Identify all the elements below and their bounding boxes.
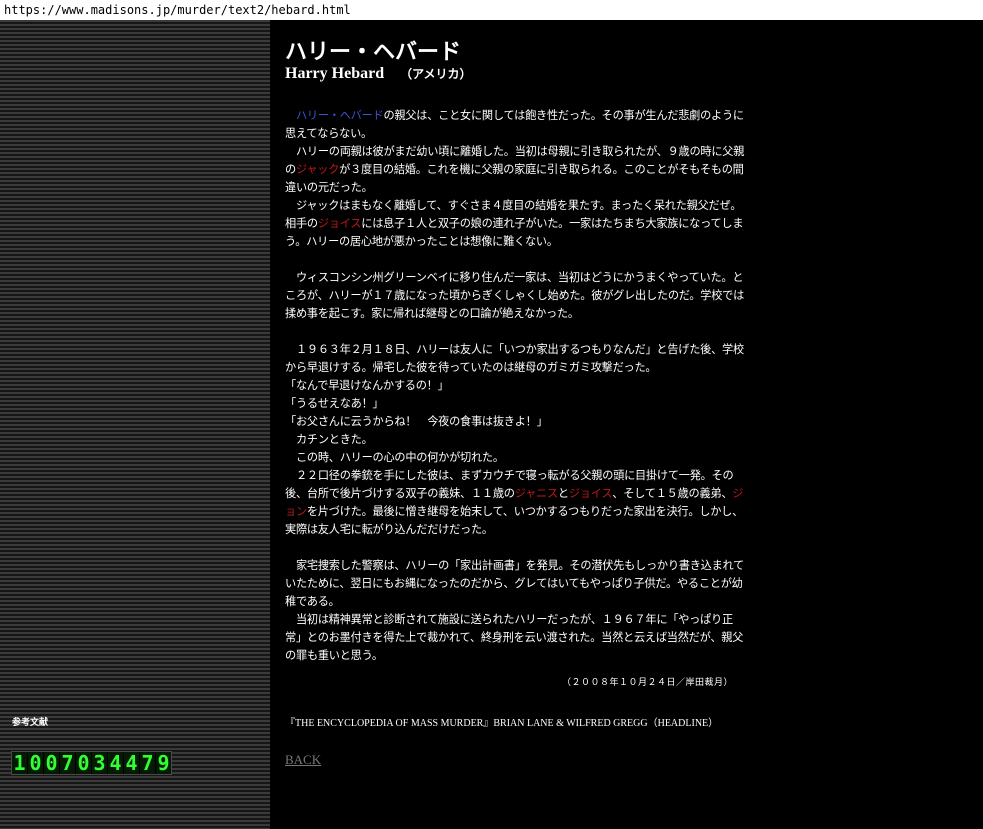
article-body: ハリー・ヘバードの親父は、こと女に関しては飽き性だった。その事が生んだ悲劇のよう…	[285, 107, 745, 665]
paragraph-text: カチンときた。	[285, 433, 373, 446]
article-paragraph: ２２口径の拳銃を手にした彼は、まずカウチで寝っ転がる父親の頭に目掛けて一発。その…	[285, 467, 745, 539]
paragraph-text: 家宅捜索した警察は、ハリーの「家出計画書」を発見。その潜伏先もしっかり書き込まれ…	[285, 559, 745, 608]
paragraph-text: 当初は精神異常と診断されて施設に送られたハリーだったが、１９６７年に「やっぱり正…	[285, 613, 744, 662]
english-name: Harry Hebard	[285, 65, 385, 82]
back-link[interactable]: BACK	[285, 752, 321, 768]
counter-digit: 0	[28, 751, 43, 775]
highlighted-name: ジャニス	[514, 487, 558, 500]
bibliography-entry: 『THE ENCYCLOPEDIA OF MASS MURDER』BRIAN L…	[285, 718, 719, 729]
counter-digit: 0	[76, 751, 91, 775]
paragraph-text: １９６３年２月１８日、ハリーは友人に「いつか家出するつもりなんだ」と告げた後、学…	[285, 343, 744, 374]
paragraph-text: と	[557, 487, 569, 500]
paragraph-text: この時、ハリーの心の中の何かが切れた。	[285, 451, 504, 464]
highlighted-name: ジャック	[295, 163, 340, 176]
highlighted-name: ジョイス	[317, 217, 362, 230]
article-paragraph: カチンときた。	[285, 431, 745, 449]
article-paragraph: 家宅捜索した警察は、ハリーの「家出計画書」を発見。その潜伏先もしっかり書き込まれ…	[285, 557, 745, 611]
visitor-counter: 1007034479	[11, 751, 172, 775]
article-paragraph: 「お父さんに云うからね！ 今夜の食事は抜きよ！」	[285, 413, 745, 431]
highlighted-name: ジョイス	[568, 487, 613, 500]
paragraph-text: 、そして１５歳の義弟、	[612, 487, 733, 500]
page-title: ハリー・ヘバード	[285, 40, 462, 65]
article-paragraph: ウィスコンシン州グリーンベイに移り住んだ一家は、当初はどうにかうまくやっていた。…	[285, 269, 745, 323]
article-paragraph: ハリーの両親は彼がまだ幼い頃に離婚した。当初は母親に引き取られたが、９歳の時に父…	[285, 143, 745, 197]
article-paragraph: 「なんで早退けなんかするの！」	[285, 377, 745, 395]
paragraph-text	[285, 109, 296, 122]
counter-digit: 0	[44, 751, 59, 775]
paragraph-text: 「お父さんに云うからね！ 今夜の食事は抜きよ！」	[285, 415, 548, 428]
sidebar: 参考文献 1007034479	[0, 20, 270, 829]
paragraph-text: 「うるせえなあ！」	[285, 397, 384, 410]
reference-label: 参考文献	[12, 718, 49, 728]
counter-digit: 1	[12, 751, 27, 775]
article-paragraph: １９６３年２月１８日、ハリーは友人に「いつか家出するつもりなんだ」と告げた後、学…	[285, 341, 745, 377]
page-subtitle: Harry Hebard （アメリカ）	[285, 65, 472, 83]
paragraph-text: が３度目の結婚。これを機に父親の家庭に引き取られる。このことがそもそもの間違いの…	[285, 163, 744, 194]
paragraph-text: 「なんで早退けなんかするの！」	[285, 379, 449, 392]
address-bar[interactable]: https://www.madisons.jp/murder/text2/heb…	[0, 0, 983, 20]
article-paragraph: 当初は精神異常と診断されて施設に送られたハリーだったが、１９６７年に「やっぱり正…	[285, 611, 745, 665]
article-paragraph: ジャックはまもなく離婚して、すぐさま４度目の結婚を果たす。まったく呆れた親父だぜ…	[285, 197, 745, 251]
article-paragraph: 「うるせえなあ！」	[285, 395, 745, 413]
date-author-line: （２００８年１０月２４日／岸田裁月）	[561, 678, 733, 688]
country-label: （アメリカ）	[400, 67, 472, 81]
counter-digit: 9	[156, 751, 171, 775]
counter-digit: 4	[124, 751, 139, 775]
article-paragraph: ハリー・ヘバードの親父は、こと女に関しては飽き性だった。その事が生んだ悲劇のよう…	[285, 107, 745, 143]
highlighted-name: ハリー・ヘバード	[295, 109, 384, 122]
counter-digit: 4	[108, 751, 123, 775]
paragraph-text: ウィスコンシン州グリーンベイに移り住んだ一家は、当初はどうにかうまくやっていた。…	[285, 271, 745, 320]
article-paragraph: この時、ハリーの心の中の何かが切れた。	[285, 449, 745, 467]
paragraph-text: を片づけた。最後に憎き継母を始末して、いつかするつもりだった家出を決行。しかし、…	[285, 505, 744, 536]
counter-digit: 7	[140, 751, 155, 775]
counter-digit: 7	[60, 751, 75, 775]
counter-digit: 3	[92, 751, 107, 775]
